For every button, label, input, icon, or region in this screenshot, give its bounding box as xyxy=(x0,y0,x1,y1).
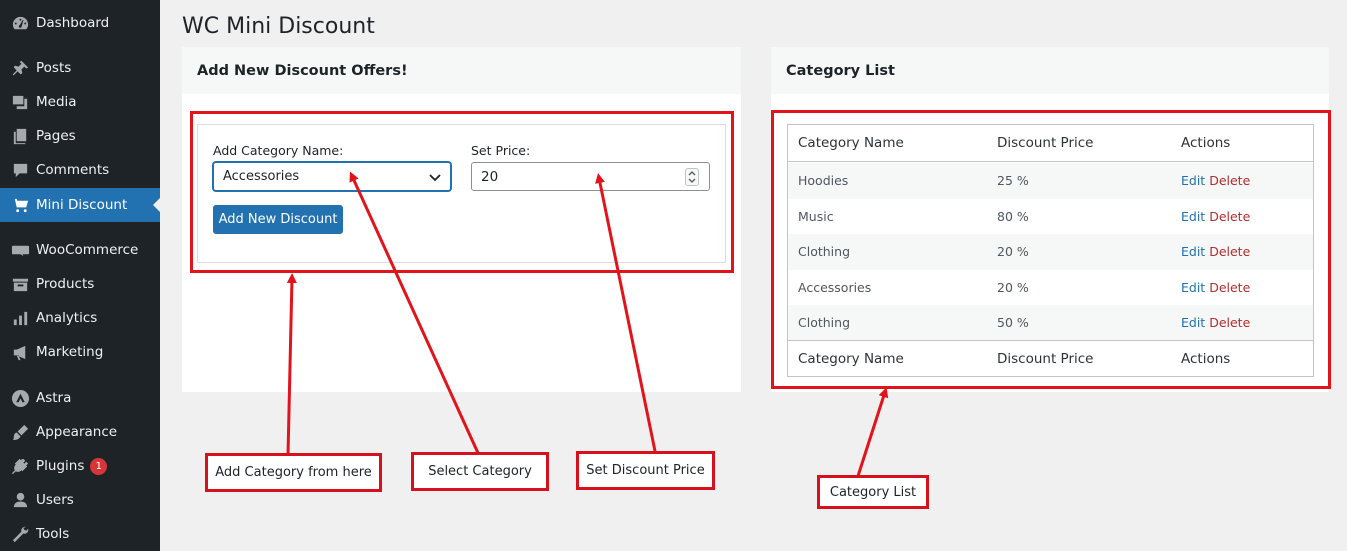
page-title: WC Mini Discount xyxy=(182,14,375,39)
sidebar-item-label: Plugins xyxy=(36,458,85,474)
set-price-note: Set Discount Price xyxy=(576,451,715,490)
update-count-badge: 1 xyxy=(90,457,108,475)
arrow-to-category-list xyxy=(856,387,889,477)
sidebar-item-posts[interactable]: Posts xyxy=(0,51,160,85)
pages-icon xyxy=(0,119,36,153)
add-discount-panel-title: Add New Discount Offers! xyxy=(182,47,741,94)
sidebar-item-mini-discount[interactable]: Mini Discount xyxy=(0,188,160,222)
plugin-icon xyxy=(0,449,36,483)
woo-icon xyxy=(0,233,36,267)
sidebar-item-label: Mini Discount xyxy=(36,197,128,213)
admin-sidebar: Dashboard Posts Media Pages Comments Min… xyxy=(0,0,160,551)
sidebar-item-media[interactable]: Media xyxy=(0,85,160,119)
comments-icon xyxy=(0,153,36,187)
cart-icon xyxy=(0,188,36,222)
wrench-icon xyxy=(0,517,36,551)
sidebar-item-label: Appearance xyxy=(36,424,118,440)
sidebar-item-plugins[interactable]: Plugins 1 xyxy=(0,449,160,483)
category-list-panel-title: Category List xyxy=(771,47,1329,94)
dashboard-icon xyxy=(0,6,36,40)
sidebar-item-label: Media xyxy=(36,94,77,110)
select-category-note: Select Category xyxy=(411,452,549,491)
sidebar-item-label: Users xyxy=(36,492,74,508)
sidebar-item-label: Comments xyxy=(36,162,110,178)
sidebar-item-label: Analytics xyxy=(36,310,98,326)
sidebar-item-label: Dashboard xyxy=(36,15,110,31)
add-category-note: Add Category from here xyxy=(205,453,382,492)
sidebar-item-label: Tools xyxy=(36,526,70,542)
sidebar-item-label: Astra xyxy=(36,390,72,406)
sidebar-item-astra[interactable]: Astra xyxy=(0,381,160,415)
sidebar-item-marketing[interactable]: Marketing xyxy=(0,335,160,369)
sidebar-item-analytics[interactable]: Analytics xyxy=(0,301,160,335)
pin-icon xyxy=(0,51,36,85)
sidebar-item-label: Posts xyxy=(36,60,72,76)
sidebar-item-pages[interactable]: Pages xyxy=(0,119,160,153)
sidebar-item-woocommerce[interactable]: WooCommerce xyxy=(0,233,160,267)
sidebar-item-label: Marketing xyxy=(36,344,104,360)
sidebar-item-appearance[interactable]: Appearance xyxy=(0,415,160,449)
sidebar-item-dashboard[interactable]: Dashboard xyxy=(0,6,160,40)
user-icon xyxy=(0,483,36,517)
sidebar-item-users[interactable]: Users xyxy=(0,483,160,517)
category-list-note: Category List xyxy=(817,475,929,509)
astra-icon xyxy=(0,381,36,415)
sidebar-item-label: Products xyxy=(36,276,95,292)
media-icon xyxy=(0,85,36,119)
analytics-icon xyxy=(0,301,36,335)
form-highlight-frame xyxy=(190,111,734,273)
sidebar-item-tools[interactable]: Tools xyxy=(0,517,160,551)
sidebar-item-products[interactable]: Products xyxy=(0,267,160,301)
brush-icon xyxy=(0,415,36,449)
sidebar-item-comments[interactable]: Comments xyxy=(0,153,160,187)
sidebar-item-label: Pages xyxy=(36,128,76,144)
sidebar-item-label: WooCommerce xyxy=(36,242,139,258)
megaphone-icon xyxy=(0,335,36,369)
list-highlight-frame xyxy=(771,110,1331,389)
products-icon xyxy=(0,267,36,301)
